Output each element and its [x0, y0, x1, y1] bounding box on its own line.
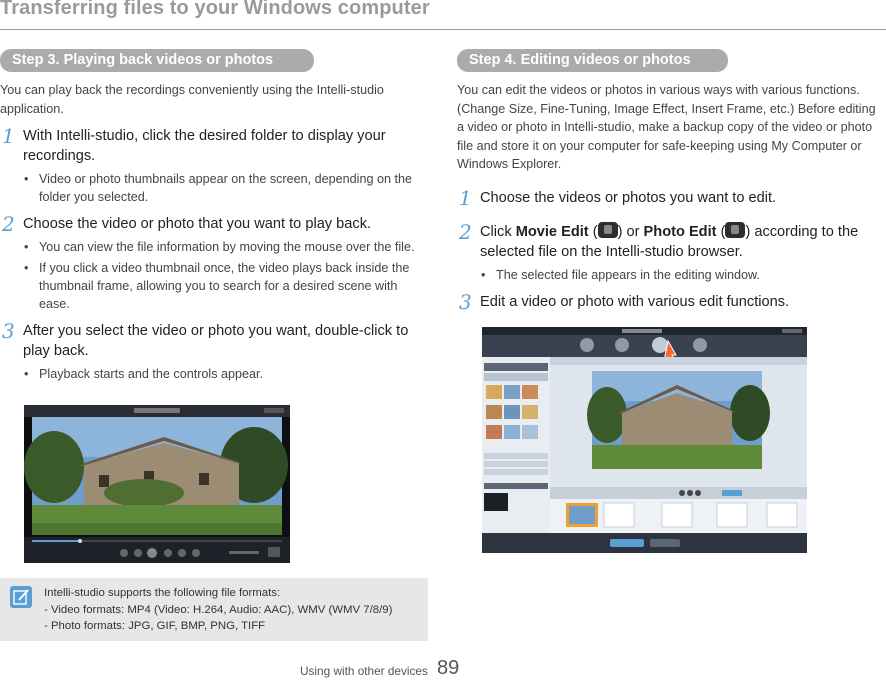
bullet-list: You can view the file information by mov…	[0, 238, 430, 313]
step-item: 2 Click Movie Edit () or Photo Edit () a…	[457, 219, 885, 262]
editing-screenshot	[482, 327, 807, 553]
step-text: Click	[480, 223, 516, 240]
step-text: With Intelli-studio, click the desired f…	[23, 128, 386, 164]
step-item: 3 Edit a video or photo with various edi…	[457, 292, 885, 312]
section-title-editing: Step 4. Editing videos or photos	[457, 49, 728, 72]
section-title-playback: Step 3. Playing back videos or photos	[0, 49, 314, 72]
step-number: 2	[2, 212, 15, 236]
step-text: Choose the video or photo that you want …	[23, 216, 372, 232]
step-text: (	[716, 223, 726, 240]
step-number: 1	[459, 185, 472, 210]
footer-section-label: Using with other devices	[300, 664, 428, 678]
bullet-item: The selected file appears in the editing…	[481, 266, 885, 284]
step-text: Edit a video or photo with various edit …	[480, 293, 790, 310]
bullet-list: Video or photo thumbnails appear on the …	[0, 170, 430, 206]
step-number: 1	[2, 124, 15, 148]
intro-text: You can play back the recordings conveni…	[0, 83, 384, 116]
bullet-item: Playback starts and the controls appear.	[24, 365, 430, 383]
note-line: Intelli-studio supports the following fi…	[44, 587, 281, 599]
bullet-list: Playback starts and the controls appear.	[0, 365, 430, 383]
editing-screenshot-svg	[482, 327, 807, 553]
title-rule	[0, 29, 886, 30]
step-item: 1 Choose the videos or photos you want t…	[457, 188, 885, 208]
intro-text: You can edit the videos or photos in var…	[457, 83, 876, 171]
page-title: Transferring files to your Windows compu…	[0, 0, 430, 19]
bullet-item: Video or photo thumbnails appear on the …	[24, 170, 430, 206]
movie-edit-icon	[597, 221, 618, 238]
step-number: 3	[459, 289, 472, 314]
note-pencil-icon	[10, 586, 32, 608]
step-text: After you select the video or photo you …	[23, 323, 409, 359]
step-number: 3	[2, 319, 15, 343]
note-box: Intelli-studio supports the following fi…	[0, 578, 428, 641]
playback-screenshot	[24, 405, 290, 563]
bullet-item: You can view the file information by mov…	[24, 238, 430, 256]
photo-edit-label: Photo Edit	[643, 223, 717, 240]
left-column: Step 3. Playing back videos or photos Yo…	[0, 49, 430, 386]
step-number: 2	[459, 219, 472, 244]
step-text: (	[588, 223, 598, 240]
step-item: 1 With Intelli-studio, click the desired…	[0, 126, 430, 166]
note-text: Intelli-studio supports the following fi…	[44, 585, 392, 635]
bullet-item: If you click a video thumbnail once, the…	[24, 259, 430, 313]
playback-screenshot-svg	[24, 405, 290, 563]
note-line: - Photo formats: JPG, GIF, BMP, PNG, TIF…	[44, 620, 266, 632]
right-column: Step 4. Editing videos or photos You can…	[457, 49, 885, 312]
step-item: 2 Choose the video or photo that you wan…	[0, 214, 430, 234]
step-item: 3 After you select the video or photo yo…	[0, 321, 430, 361]
movie-edit-label: Movie Edit	[515, 223, 589, 240]
photo-edit-icon	[725, 221, 746, 238]
step-text: Choose the videos or photos you want to …	[480, 189, 777, 206]
step-text: ) or	[617, 223, 644, 240]
bullet-list: The selected file appears in the editing…	[457, 266, 885, 284]
note-line: - Video formats: MP4 (Video: H.264, Audi…	[44, 603, 393, 616]
